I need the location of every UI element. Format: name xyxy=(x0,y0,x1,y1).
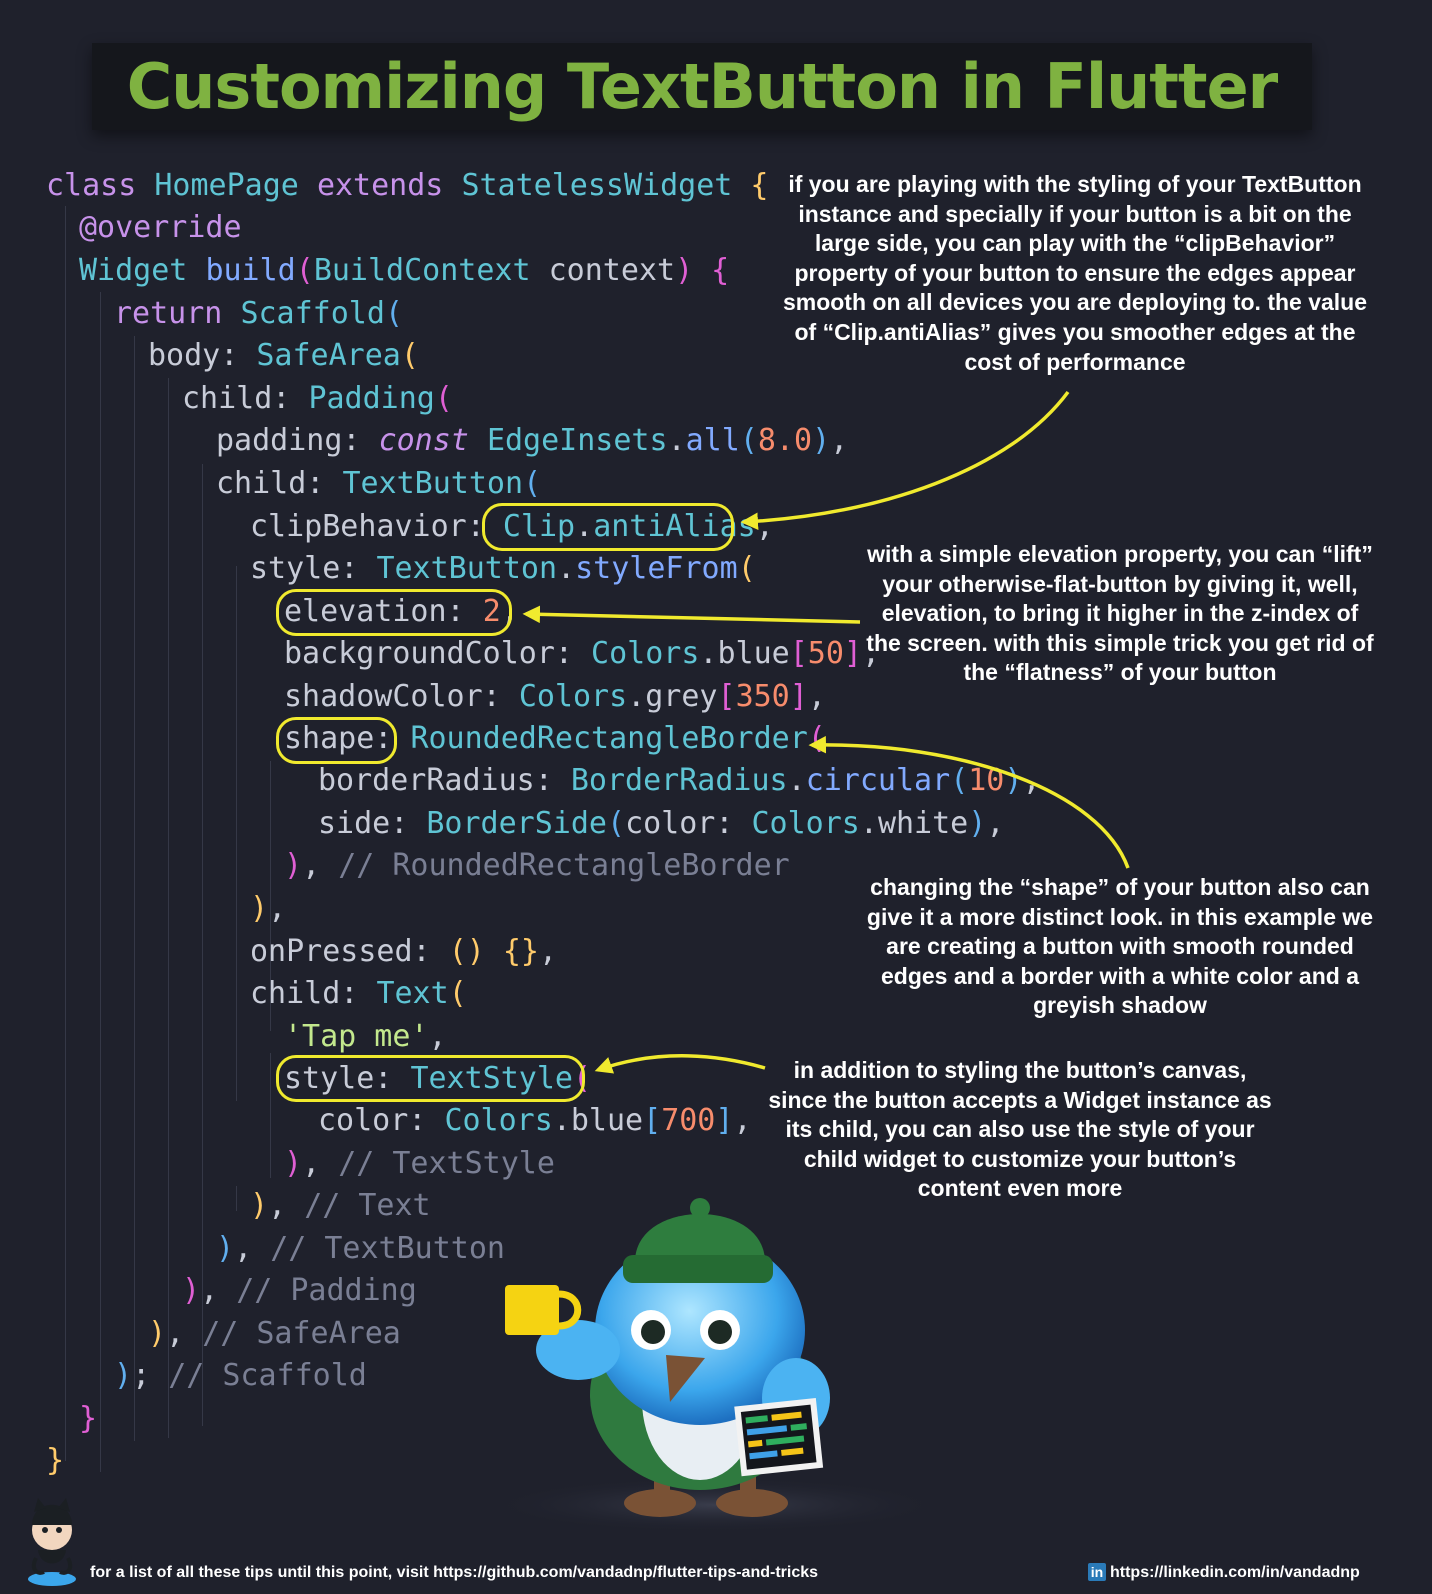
annotation-overlay xyxy=(28,390,1130,1586)
dash-bird-mascot-icon xyxy=(485,1198,945,1533)
arrow-elevation xyxy=(522,605,861,624)
octocat-icon xyxy=(28,1498,76,1586)
linkedin-icon: in xyxy=(1088,1563,1106,1581)
footer-github-link[interactable]: for a list of all these tips until this … xyxy=(90,1563,818,1583)
arrow-shape xyxy=(808,735,1130,869)
footer-linkedin-link[interactable]: https://linkedin.com/in/vandadnp xyxy=(1110,1563,1360,1583)
arrow-clip xyxy=(740,390,1070,531)
arrow-style xyxy=(594,1054,766,1074)
